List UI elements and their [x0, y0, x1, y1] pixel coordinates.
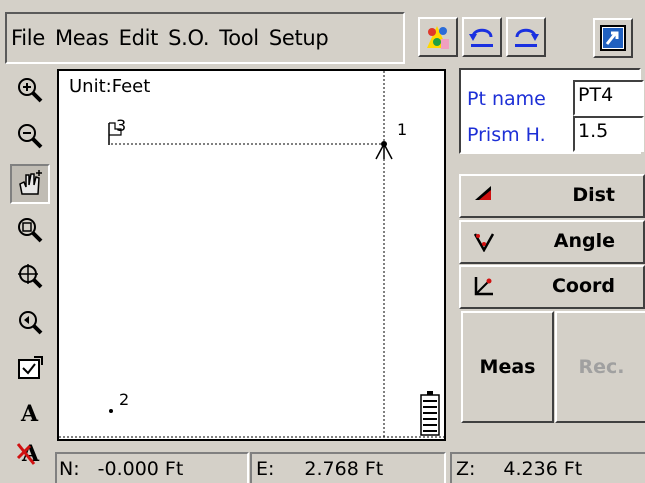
angle-mode-button[interactable]: Angle — [459, 220, 645, 264]
tool-column: A A — [10, 70, 50, 480]
svg-text:A: A — [20, 401, 39, 426]
prism-height-label: Prism H. — [467, 124, 546, 146]
zoom-in-icon[interactable] — [10, 70, 50, 110]
angle-label: Angle — [553, 230, 615, 252]
point-3-label: 3 — [116, 116, 126, 135]
battery-icon — [420, 391, 440, 436]
angle-icon — [473, 230, 495, 257]
menu-setup[interactable]: Setup — [269, 26, 329, 50]
exit-icon — [600, 25, 626, 51]
point-2-dot[interactable] — [109, 409, 113, 413]
toolbar — [418, 14, 564, 60]
menu-bar: File Meas Edit S.O. Tool Setup — [5, 12, 405, 64]
color-palette-icon[interactable] — [418, 17, 458, 57]
northing-value: -0.000 Ft — [97, 457, 184, 480]
menu-tool[interactable]: Tool — [219, 26, 259, 50]
status-elevation: Z: 4.236 Ft — [450, 452, 645, 483]
map-canvas[interactable]: Unit:Feet 3 1 2 — [57, 69, 446, 441]
status-easting: E: 2.768 Ft — [250, 452, 446, 483]
zoom-window-icon[interactable] — [10, 210, 50, 250]
northing-label: N: — [59, 457, 80, 480]
zoom-out-icon[interactable] — [10, 116, 50, 156]
point-1-instrument[interactable] — [375, 141, 393, 160]
text-icon[interactable]: A — [10, 392, 50, 432]
point-2-label: 2 — [119, 390, 129, 409]
menu-so[interactable]: S.O. — [168, 26, 209, 50]
menu-edit[interactable]: Edit — [119, 26, 159, 50]
pt-name-input[interactable]: PT4 — [573, 80, 644, 116]
easting-value: 2.768 Ft — [304, 457, 384, 480]
redo-icon[interactable] — [506, 17, 546, 57]
undo-icon[interactable] — [462, 17, 502, 57]
distance-icon — [473, 184, 495, 209]
elevation-value: 4.236 Ft — [503, 457, 583, 480]
prism-height-input[interactable]: 1.5 — [573, 116, 644, 152]
point-info-panel: Pt name PT4 Prism H. 1.5 — [459, 68, 644, 154]
zoom-previous-icon[interactable] — [10, 302, 50, 342]
zoom-extents-icon[interactable] — [10, 256, 50, 296]
unit-label: Unit:Feet — [69, 76, 150, 97]
elevation-label: Z: — [456, 457, 476, 480]
rec-button[interactable]: Rec. — [555, 311, 645, 423]
pt-name-label: Pt name — [467, 88, 546, 110]
dist-label: Dist — [572, 184, 615, 206]
map-select-icon[interactable] — [10, 348, 50, 388]
exit-button[interactable] — [593, 18, 633, 58]
text-off-icon[interactable]: A — [10, 432, 50, 472]
dist-mode-button[interactable]: Dist — [459, 174, 645, 218]
status-northing: N: -0.000 Ft — [55, 452, 249, 483]
menu-file[interactable]: File — [11, 26, 45, 50]
pan-hand-icon[interactable] — [10, 164, 50, 204]
easting-label: E: — [256, 457, 275, 480]
coordinate-icon — [473, 275, 495, 302]
coord-mode-button[interactable]: Coord — [459, 265, 645, 309]
meas-button[interactable]: Meas — [461, 311, 554, 423]
coord-label: Coord — [551, 275, 615, 297]
menu-meas[interactable]: Meas — [55, 26, 109, 50]
point-1-label: 1 — [397, 120, 407, 139]
